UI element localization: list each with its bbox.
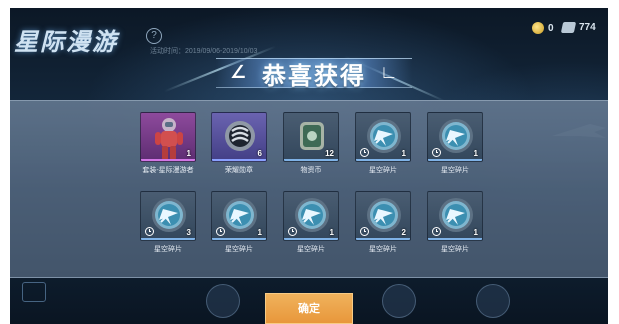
gold-currency: 0 xyxy=(532,22,554,34)
reward-item[interactable]: 1 星空碎片 xyxy=(427,112,483,175)
reward-item-label: 套装-星际漫游者 xyxy=(142,167,194,174)
ticket-icon xyxy=(560,22,577,33)
reward-item[interactable]: 3 星空碎片 xyxy=(140,191,196,254)
title-right-ornament: ∟ xyxy=(380,62,398,82)
reward-item-label: 星空碎片 xyxy=(297,246,325,253)
clock-icon xyxy=(216,227,225,236)
confirm-button[interactable]: 确定 xyxy=(265,293,353,324)
reward-slot xyxy=(206,284,240,318)
reward-item-tile: 6 xyxy=(211,112,267,162)
reward-item-count: 1 xyxy=(401,149,406,158)
reward-item[interactable]: 1 套装-星际漫游者 xyxy=(140,112,196,175)
reward-item[interactable]: 1 星空碎片 xyxy=(427,191,483,254)
game-screen: 星际漫游 ? 活动时间：2019/09/06-2019/10/03 0 774 … xyxy=(10,8,608,324)
reward-slot xyxy=(382,284,416,318)
reward-item-tile: 1 xyxy=(140,112,196,162)
reward-item[interactable]: 2 星空碎片 xyxy=(355,191,411,254)
reward-item[interactable]: 12 物资币 xyxy=(283,112,339,175)
gold-coin-icon xyxy=(532,22,544,34)
gold-amount: 0 xyxy=(548,22,554,34)
reward-item-tile: 1 xyxy=(211,191,267,241)
event-title: 星际漫游 xyxy=(14,29,118,56)
reward-item-count: 6 xyxy=(257,149,262,158)
reward-item[interactable]: 1 星空碎片 xyxy=(211,191,267,254)
reward-item-count: 1 xyxy=(257,228,262,237)
reward-item-label: 星空碎片 xyxy=(154,246,182,253)
clock-icon xyxy=(360,227,369,236)
clock-icon xyxy=(360,148,369,157)
reward-item-tile: 1 xyxy=(283,191,339,241)
calendar-icon[interactable] xyxy=(22,282,46,302)
reward-item[interactable]: 1 星空碎片 xyxy=(283,191,339,254)
reward-item-label: 星空碎片 xyxy=(369,246,397,253)
clock-icon xyxy=(432,227,441,236)
ticket-amount: 774 xyxy=(579,22,596,33)
reward-item-label: 荣耀勋章 xyxy=(225,167,253,174)
reward-item-tile: 1 xyxy=(427,191,483,241)
reward-item-count: 12 xyxy=(325,149,334,158)
reward-item[interactable]: 6 荣耀勋章 xyxy=(211,112,267,175)
reward-item-count: 1 xyxy=(186,149,191,158)
reward-slot xyxy=(476,284,510,318)
reward-item-tile: 3 xyxy=(140,191,196,241)
reward-item-label: 星空碎片 xyxy=(441,167,469,174)
reward-item-count: 3 xyxy=(186,228,191,237)
reward-item-tile: 1 xyxy=(355,112,411,162)
ticket-currency: 774 xyxy=(560,22,596,33)
reward-item-count: 1 xyxy=(473,228,478,237)
clock-icon xyxy=(145,227,154,236)
reward-item-tile: 2 xyxy=(355,191,411,241)
reward-item-count: 1 xyxy=(473,149,478,158)
reward-item[interactable]: 1 星空碎片 xyxy=(355,112,411,175)
reward-item-tile: 12 xyxy=(283,112,339,162)
reward-item-label: 物资币 xyxy=(300,167,322,174)
popup-title: ∠ 恭喜获得 ∟ xyxy=(216,52,412,92)
help-icon[interactable]: ? xyxy=(146,28,162,44)
reward-item-label: 星空碎片 xyxy=(225,246,253,253)
clock-icon xyxy=(432,148,441,157)
reward-item-label: 星空碎片 xyxy=(369,167,397,174)
reward-item-count: 2 xyxy=(401,228,406,237)
reward-item-tile: 1 xyxy=(427,112,483,162)
reward-item-label: 星空碎片 xyxy=(441,246,469,253)
reward-item-count: 1 xyxy=(329,228,334,237)
clock-icon xyxy=(288,227,297,236)
